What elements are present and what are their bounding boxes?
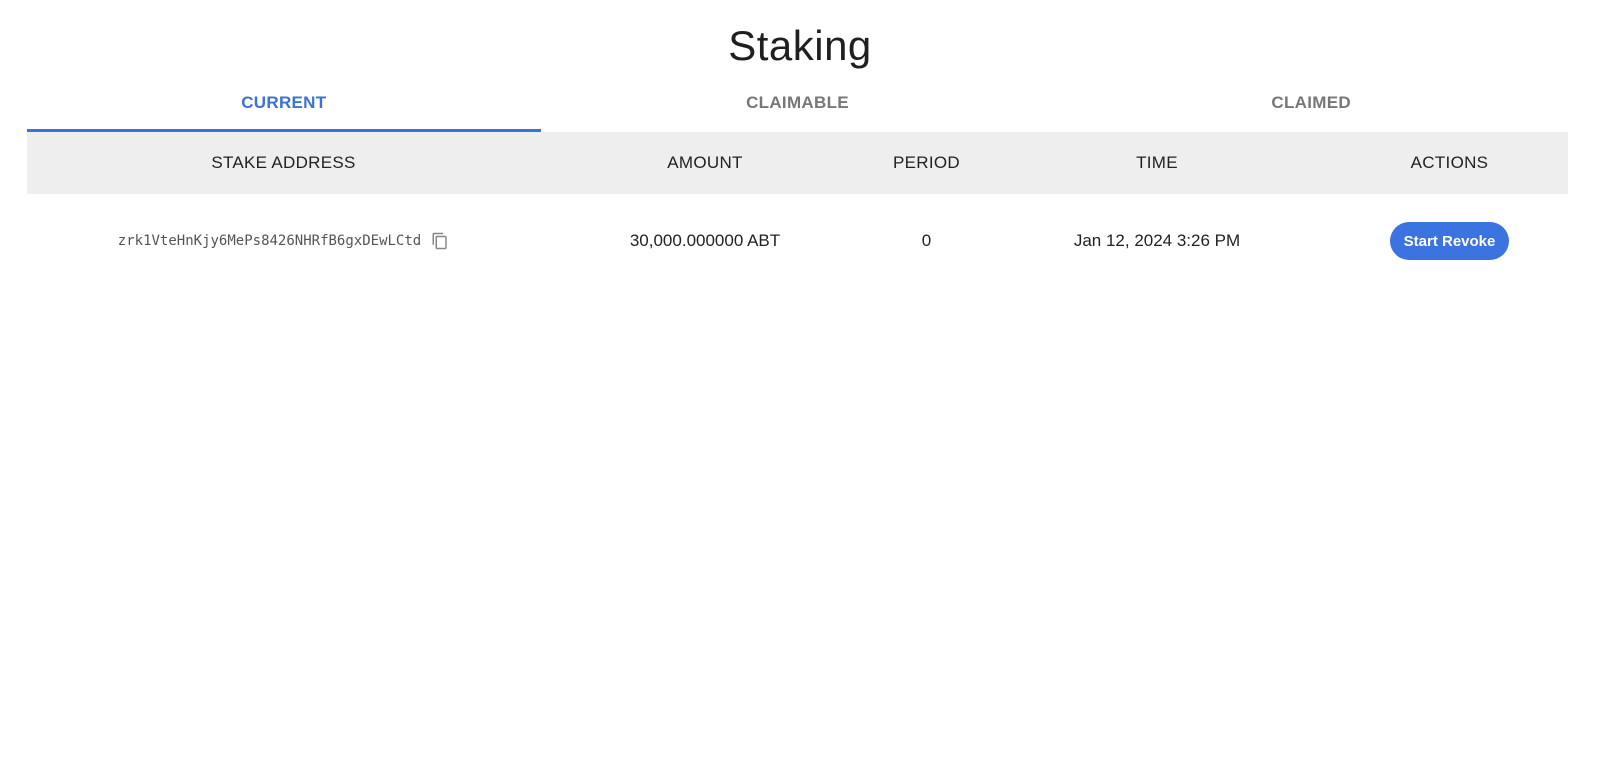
tab-claimable[interactable]: CLAIMABLE: [541, 84, 1055, 132]
header-stake-address: STAKE ADDRESS: [211, 153, 356, 172]
table-row: zrk1VteHnKjy6MePs8426NHRfB6gxDEwLCtd 30,…: [27, 194, 1568, 288]
staking-tabs: CURRENT CLAIMABLE CLAIMED: [27, 84, 1568, 132]
tab-claimed[interactable]: CLAIMED: [1054, 84, 1568, 132]
stake-address-cell: zrk1VteHnKjy6MePs8426NHRfB6gxDEwLCtd: [27, 232, 540, 250]
amount-cell: 30,000.000000 ABT: [629, 231, 781, 250]
header-amount: AMOUNT: [667, 153, 743, 172]
stake-address-value: zrk1VteHnKjy6MePs8426NHRfB6gxDEwLCtd: [117, 233, 422, 249]
header-period: PERIOD: [893, 153, 960, 172]
start-revoke-button[interactable]: Start Revoke: [1389, 222, 1510, 260]
actions-cell: Start Revoke: [1331, 222, 1568, 260]
table-header: STAKE ADDRESS AMOUNT PERIOD TIME ACTIONS: [27, 132, 1568, 194]
tab-current[interactable]: CURRENT: [27, 84, 541, 132]
period-cell: 0: [921, 231, 932, 250]
time-cell: Jan 12, 2024 3:26 PM: [1073, 231, 1241, 250]
copy-icon[interactable]: [431, 232, 449, 250]
stakes-table: STAKE ADDRESS AMOUNT PERIOD TIME ACTIONS…: [27, 132, 1568, 288]
header-actions: ACTIONS: [1410, 153, 1489, 172]
staking-page: Staking CURRENT CLAIMABLE CLAIMED STAKE …: [0, 0, 1600, 780]
header-time: TIME: [1136, 153, 1178, 172]
page-title: Staking: [728, 22, 872, 69]
